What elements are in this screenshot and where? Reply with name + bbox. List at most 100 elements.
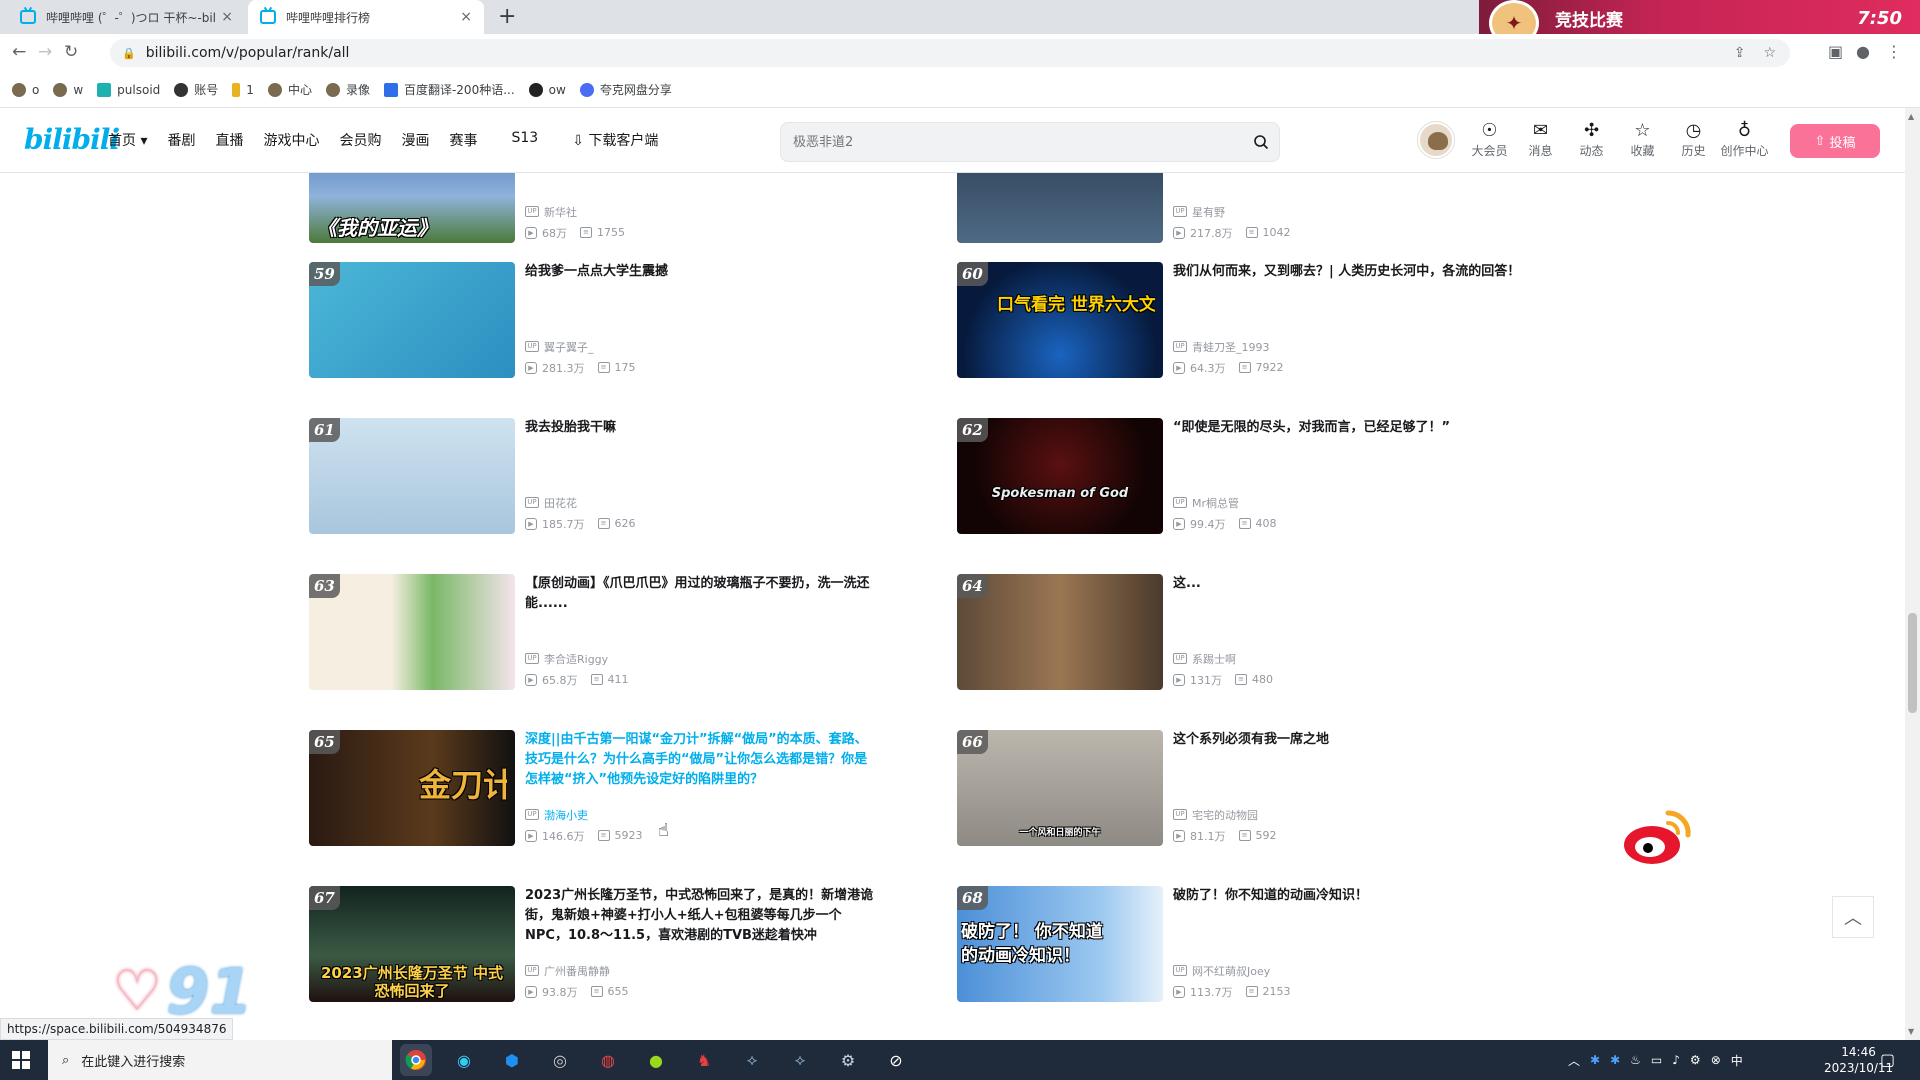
bookmark-star-icon[interactable]: ☆ bbox=[1763, 45, 1776, 61]
bookmark-item[interactable]: 账号 bbox=[174, 81, 218, 98]
close-icon[interactable]: × bbox=[221, 9, 233, 25]
rank-card[interactable]: 59 给我爹一点点大学生震撼 UP 翼子翼子_ ▶ 281.3万 ≡ 175 bbox=[309, 262, 869, 380]
nav-favorites[interactable]: ☆ 收藏 bbox=[1617, 120, 1668, 159]
video-title[interactable]: 【原创动画】《爪巴爪巴》用过的玻璃瓶子不要扔，洗一洗还能...... bbox=[525, 574, 875, 614]
nav-messages[interactable]: ✉ 消息 bbox=[1515, 120, 1566, 159]
uploader-name[interactable]: Mr桐总管 bbox=[1192, 495, 1239, 511]
video-thumbnail[interactable]: 68 破防了！ 你不知道的动画冷知识！ bbox=[957, 886, 1163, 1002]
nav-home[interactable]: 首页 ▾ bbox=[108, 130, 147, 150]
new-tab-button[interactable]: + bbox=[498, 4, 516, 29]
video-title[interactable]: “即使是无限的尽头，对我而言，已经足够了！” bbox=[1173, 418, 1523, 438]
windows-start-icon[interactable] bbox=[12, 1051, 30, 1069]
nav-s13[interactable]: S13 bbox=[511, 130, 538, 150]
close-icon[interactable]: × bbox=[460, 9, 472, 25]
qq-icon[interactable]: ♞ bbox=[688, 1044, 720, 1076]
uploader-name[interactable]: 系踢士啊 bbox=[1192, 651, 1236, 667]
video-thumbnail[interactable]: 66 一个风和日丽的下午 bbox=[957, 730, 1163, 846]
bookmark-item[interactable]: 1 bbox=[232, 82, 254, 97]
nav-game-center[interactable]: 游戏中心 bbox=[263, 130, 319, 150]
kugou-icon[interactable]: ● bbox=[640, 1044, 672, 1076]
browser-tab-ranking[interactable]: 哔哩哔哩排行榜 × bbox=[248, 0, 484, 34]
video-title[interactable]: 这... bbox=[1173, 574, 1523, 594]
rank-card[interactable]: UP 星有野 ▶ 217.8万 ≡ 1042 bbox=[957, 173, 1517, 245]
rank-card[interactable]: 63 【原创动画】《爪巴爪巴》用过的玻璃瓶子不要扔，洗一洗还能...... UP… bbox=[309, 574, 870, 692]
rank-card[interactable]: 62 Spokesman of God “即使是无限的尽头，对我而言，已经足够了… bbox=[957, 418, 1517, 536]
netease-music-icon[interactable]: ◍ bbox=[592, 1044, 624, 1076]
video-thumbnail[interactable] bbox=[957, 173, 1163, 243]
chrome-icon[interactable] bbox=[400, 1044, 432, 1076]
rank-card[interactable]: 65 金刀计 深度||由千古第一阳谋“金刀计”拆解“做局”的本质、套路、技巧是什… bbox=[309, 730, 869, 848]
uploader-name[interactable]: 新华社 bbox=[544, 204, 577, 220]
bluetooth-icon[interactable]: ✱ bbox=[1590, 1053, 1600, 1067]
rank-card[interactable]: 67 2023广州长隆万圣节 中式恐怖回来了 2023广州长隆万圣节，中式恐怖回… bbox=[309, 886, 873, 1004]
weibo-share-icon[interactable] bbox=[1620, 805, 1692, 867]
video-thumbnail[interactable]: 64 bbox=[957, 574, 1163, 690]
close-circle-icon[interactable]: ⊗ bbox=[1711, 1053, 1721, 1067]
nav-anime[interactable]: 番剧 bbox=[167, 130, 195, 150]
uploader-name[interactable]: 宅宅的动物园 bbox=[1192, 807, 1258, 823]
rank-card[interactable]: 64 这... UP 系踢士啊 ▶ 131万 ≡ 480 bbox=[957, 574, 1517, 692]
video-title[interactable]: 2023广州长隆万圣节，中式恐怖回来了，是真的！新增港诡街，鬼新娘+神婆+打小人… bbox=[525, 886, 875, 946]
scrollbar-thumb[interactable] bbox=[1908, 613, 1917, 713]
profile-icon[interactable]: ● bbox=[1856, 42, 1870, 61]
overwatch-icon[interactable]: ⊘ bbox=[880, 1044, 912, 1076]
nav-vip[interactable]: ☉ 大会员 bbox=[1464, 120, 1515, 159]
battlenet-icon[interactable]: ◉ bbox=[448, 1044, 480, 1076]
upload-button[interactable]: ⇧ 投稿 bbox=[1790, 124, 1880, 158]
video-thumbnail[interactable]: 65 金刀计 bbox=[309, 730, 515, 846]
video-thumbnail[interactable]: 60 口气看完 世界六大文化 bbox=[957, 262, 1163, 378]
scroll-down-arrow-icon[interactable]: ▼ bbox=[1908, 1027, 1914, 1036]
back-to-top-button[interactable]: ︿ bbox=[1832, 896, 1874, 938]
network-app-icon[interactable]: ✱ bbox=[1610, 1053, 1620, 1067]
uploader-name[interactable]: 星有野 bbox=[1192, 204, 1225, 220]
page-scrollbar[interactable]: ▲ ▼ bbox=[1905, 108, 1920, 1040]
nav-live[interactable]: 直播 bbox=[215, 130, 243, 150]
nav-download-client[interactable]: ⇩ 下载客户端 bbox=[572, 130, 658, 150]
uploader-name[interactable]: 田花花 bbox=[544, 495, 577, 511]
nav-esports[interactable]: 赛事 bbox=[449, 130, 477, 150]
rank-card[interactable]: 61 我去投胎我干嘛 UP 田花花 ▶ 185.7万 ≡ 626 bbox=[309, 418, 869, 536]
nav-dynamic[interactable]: ✣ 动态 bbox=[1566, 120, 1617, 159]
taskbar-search[interactable]: ⌕ 在此键入进行搜索 bbox=[48, 1040, 392, 1080]
uploader-name[interactable]: 广州番禺静静 bbox=[544, 963, 610, 979]
search-icon[interactable] bbox=[1243, 134, 1279, 150]
video-title[interactable]: 深度||由千古第一阳谋“金刀计”拆解“做局”的本质、套路、技巧是什么？为什么高手… bbox=[525, 730, 875, 790]
video-title[interactable]: 破防了！你不知道的动画冷知识！ bbox=[1173, 886, 1523, 906]
video-thumbnail[interactable]: 61 bbox=[309, 418, 515, 534]
bilibili-logo[interactable]: bilibili bbox=[24, 123, 120, 156]
share-icon[interactable]: ⇪ bbox=[1734, 45, 1746, 61]
video-thumbnail[interactable]: 67 2023广州长隆万圣节 中式恐怖回来了 bbox=[309, 886, 515, 1002]
reload-icon[interactable]: ↻ bbox=[64, 42, 78, 62]
user-avatar[interactable] bbox=[1418, 122, 1454, 158]
video-title[interactable]: 给我爹一点点大学生震撼 bbox=[525, 262, 875, 282]
bookmark-item[interactable]: ow bbox=[528, 82, 566, 97]
browser-tab-bilibili-home[interactable]: 哔哩哔哩 (゜-゜)つロ 干杯~-bili × bbox=[8, 0, 245, 34]
video-thumbnail[interactable]: 63 bbox=[309, 574, 515, 690]
side-panel-icon[interactable]: ▣ bbox=[1828, 42, 1843, 61]
uploader-name[interactable]: 李合适Riggy bbox=[544, 651, 608, 667]
uploader-name[interactable]: 网不红萌叔Joey bbox=[1192, 963, 1270, 979]
bookmark-item[interactable]: 夸克网盘分享 bbox=[579, 81, 672, 98]
bookmark-item[interactable]: 录像 bbox=[325, 81, 370, 98]
esports-promo-banner[interactable]: ✦ 竞技比赛 7:50 bbox=[1479, 0, 1920, 46]
nav-creator-center[interactable]: ♁ 创作中心 bbox=[1719, 120, 1770, 159]
url-text[interactable]: bilibili.com/v/popular/rank/all bbox=[146, 45, 350, 61]
bookmark-item[interactable]: w bbox=[53, 82, 83, 97]
video-thumbnail[interactable]: 62 Spokesman of God bbox=[957, 418, 1163, 534]
vscode-icon[interactable]: ⟡ bbox=[736, 1044, 768, 1076]
chevron-up-icon[interactable]: ︿ bbox=[1568, 1052, 1580, 1069]
steam-tray-icon[interactable]: ⚙ bbox=[1690, 1053, 1701, 1067]
rank-card[interactable]: 66 一个风和日丽的下午 这个系列必须有我一席之地 UP 宅宅的动物园 ▶ 81.1… bbox=[957, 730, 1517, 848]
notification-icon[interactable]: ▢ bbox=[1880, 1050, 1895, 1069]
uploader-name[interactable]: 渤海小吏 bbox=[544, 807, 588, 823]
address-bar[interactable]: 🔒 bilibili.com/v/popular/rank/all ⇪ ☆ bbox=[110, 39, 1790, 67]
ime-icon[interactable]: 中 bbox=[1731, 1052, 1743, 1069]
rank-card[interactable]: 68 破防了！ 你不知道的动画冷知识！ 破防了！你不知道的动画冷知识！ UP 网不… bbox=[957, 886, 1517, 1004]
nav-manga[interactable]: 漫画 bbox=[401, 130, 429, 150]
steam-icon[interactable]: ⚙ bbox=[832, 1044, 864, 1076]
scroll-up-arrow-icon[interactable]: ▲ bbox=[1908, 112, 1914, 121]
app-tray-icon[interactable]: ♨ bbox=[1630, 1053, 1641, 1067]
search-input[interactable] bbox=[793, 134, 1243, 150]
nav-history[interactable]: ◷ 历史 bbox=[1668, 120, 1719, 159]
bookmark-item[interactable]: 百度翻译-200种语... bbox=[383, 81, 515, 98]
